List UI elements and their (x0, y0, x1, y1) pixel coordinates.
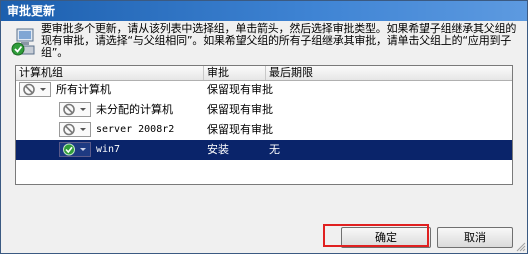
group-approval: 安装 (207, 143, 229, 156)
not-approved-icon (23, 83, 46, 96)
dialog-title: 审批更新 (1, 1, 527, 21)
group-name: server 2008r2 (96, 124, 175, 135)
group-row-win7[interactable]: win7 安装 无 (16, 140, 512, 160)
column-approval[interactable]: 审批 (204, 66, 266, 80)
group-name: 所有计算机 (56, 83, 111, 96)
approval-dropdown[interactable] (59, 102, 91, 117)
resize-grip-icon[interactable] (516, 242, 526, 252)
group-row-all-computers[interactable]: 所有计算机 保留现有审批 (16, 80, 512, 100)
computer-group-list[interactable]: 计算机组 审批 最后期限 所有计算机 保留现有审批 未分配的计算机 保留现有审批… (15, 65, 513, 185)
approval-dropdown[interactable] (19, 82, 51, 97)
column-deadline[interactable]: 最后期限 (266, 66, 512, 80)
not-approved-icon (63, 123, 86, 136)
group-name: win7 (96, 144, 121, 155)
computer-check-icon (11, 28, 35, 56)
not-approved-icon (63, 103, 86, 116)
group-approval: 保留现有审批 (207, 123, 273, 136)
dialog-body: 要审批多个更新，请从该列表中选择组，单击箭头，然后选择审批类型。如果希望子组继承… (1, 21, 527, 253)
highlight-box (323, 224, 429, 247)
approve-updates-dialog: 审批更新 要审批多个更新，请从该列表中选择组，单击箭头，然后选择审批类型。如果希… (0, 0, 528, 254)
group-deadline: 无 (269, 143, 280, 156)
approval-dropdown[interactable] (59, 142, 91, 157)
install-approved-icon (63, 143, 86, 156)
cancel-button[interactable]: 取消 (437, 227, 513, 248)
approval-dropdown[interactable] (59, 122, 91, 137)
group-row-server-2008r2[interactable]: server 2008r2 保留现有审批 (16, 120, 512, 140)
column-header: 计算机组 审批 最后期限 (16, 66, 512, 81)
column-group[interactable]: 计算机组 (16, 66, 204, 80)
group-approval: 保留现有审批 (207, 103, 273, 116)
group-name: 未分配的计算机 (96, 103, 173, 116)
instruction-text: 要审批多个更新，请从该列表中选择组，单击箭头，然后选择审批类型。如果希望子组继承… (41, 22, 517, 59)
group-row-unassigned[interactable]: 未分配的计算机 保留现有审批 (16, 100, 512, 120)
group-approval: 保留现有审批 (207, 83, 273, 96)
